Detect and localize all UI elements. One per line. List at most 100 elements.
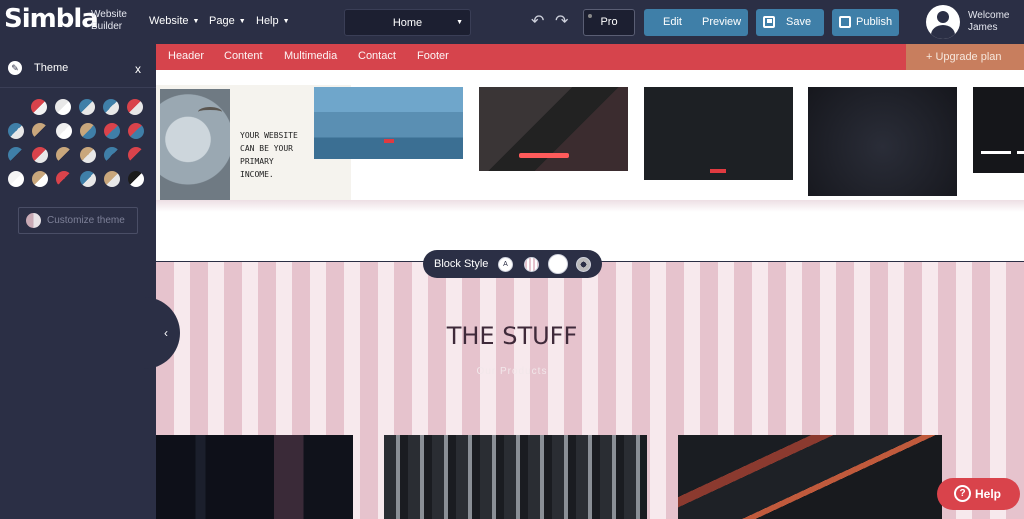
theme-swatch[interactable] <box>104 123 120 139</box>
upgrade-plan-button[interactable]: + Upgrade plan <box>906 44 1024 70</box>
theme-sidebar: ✎ Theme x Customize theme <box>0 44 156 519</box>
theme-swatch[interactable] <box>32 147 48 163</box>
block-style-toolbar: Block Style A <box>423 250 602 278</box>
template-thumbnail[interactable] <box>314 87 463 159</box>
block-style-stripes-option[interactable] <box>524 257 539 272</box>
edit-button[interactable]: Edit <box>663 16 682 28</box>
customize-theme-button[interactable]: Customize theme <box>18 207 138 234</box>
publish-icon <box>839 16 851 28</box>
preview-button[interactable]: Preview <box>702 16 741 28</box>
user-greeting: Welcome James <box>968 10 1010 34</box>
theme-swatch[interactable] <box>79 99 95 115</box>
theme-swatch[interactable] <box>31 99 47 115</box>
theme-swatch[interactable] <box>128 123 144 139</box>
template-copy-line: INCOME. <box>240 170 274 179</box>
logo-subtitle: Website Builder <box>91 9 127 33</box>
sidebar-header: ✎ Theme x <box>0 44 156 88</box>
thumbnail-bar <box>981 151 1011 154</box>
theme-swatch[interactable] <box>32 123 48 139</box>
help-button[interactable]: ? Help <box>937 478 1020 510</box>
server-rack-photo[interactable] <box>384 435 647 519</box>
help-label: Help <box>975 487 1002 501</box>
template-thumbnail-strip: YOUR WEBSITE CAN BE YOUR PRIMARY INCOME. <box>156 70 1024 208</box>
close-icon[interactable]: x <box>135 62 141 76</box>
theme-swatch[interactable] <box>56 147 72 163</box>
redo-icon[interactable]: ↷ <box>555 11 568 31</box>
palette-icon <box>26 213 41 228</box>
theme-swatch[interactable] <box>128 171 144 187</box>
save-button[interactable]: Save <box>756 9 824 36</box>
chevron-down-icon: ▼ <box>192 18 200 25</box>
server-photo[interactable] <box>156 435 353 519</box>
block-style-pattern-option[interactable] <box>576 257 591 272</box>
welcome-text: Welcome <box>968 10 1010 21</box>
menu-page-label: Page <box>209 15 235 27</box>
content-section[interactable]: THE STUFF Our Products <box>156 262 1024 519</box>
menu-website[interactable]: Website ▼ <box>149 15 199 27</box>
tab-contact[interactable]: Contact <box>358 50 396 62</box>
pro-button[interactable]: Pro <box>583 9 635 36</box>
block-style-plain-option[interactable] <box>548 254 568 274</box>
user-name: James <box>968 22 998 33</box>
theme-swatch[interactable] <box>32 171 48 187</box>
edit-preview-toggle: Edit Preview <box>644 9 748 36</box>
theme-swatch[interactable] <box>104 171 120 187</box>
theme-swatch[interactable] <box>56 171 72 187</box>
template-thumbnail[interactable] <box>479 87 628 171</box>
template-thumbnail[interactable] <box>973 87 1024 173</box>
template-thumbnail[interactable] <box>808 87 957 196</box>
menu-page[interactable]: Page ▼ <box>209 15 246 27</box>
cables-photo[interactable] <box>678 435 942 519</box>
theme-swatch[interactable] <box>127 99 143 115</box>
logo-subtitle-line-1: Website <box>91 9 127 20</box>
theme-swatch[interactable] <box>80 123 96 139</box>
cta-mark <box>384 139 394 143</box>
theme-swatch[interactable] <box>8 123 24 139</box>
save-label: Save <box>786 16 812 28</box>
theme-swatch[interactable] <box>104 147 120 163</box>
theme-swatch[interactable] <box>80 171 96 187</box>
avatar[interactable] <box>926 5 960 39</box>
template-copy-line: PRIMARY <box>240 157 274 166</box>
publish-label: Publish <box>856 16 893 28</box>
section-title[interactable]: THE STUFF <box>156 322 868 350</box>
menu-help[interactable]: Help ▼ <box>256 15 290 27</box>
template-category-nav: Header Content Multimedia Contact Footer <box>156 44 1024 70</box>
theme-swatch[interactable] <box>103 99 119 115</box>
top-bar: Simbla Website Builder Website ▼ Page ▼ He… <box>0 0 1024 44</box>
theme-swatch[interactable] <box>8 147 24 163</box>
tab-footer[interactable]: Footer <box>417 50 449 62</box>
theme-swatch[interactable] <box>56 123 72 139</box>
bull-horn-shape <box>198 107 222 117</box>
theme-swatch[interactable] <box>128 147 144 163</box>
brush-icon: ✎ <box>8 61 22 75</box>
template-thumbnail[interactable] <box>644 87 793 180</box>
page-select[interactable]: Home ▼ <box>344 9 471 36</box>
template-copy-line: YOUR WEBSITE <box>240 131 298 140</box>
publish-button[interactable]: Publish <box>832 9 899 36</box>
block-style-text-icon[interactable]: A <box>498 257 513 272</box>
pro-dot-icon <box>588 14 592 18</box>
template-thumbnail-copy: YOUR WEBSITE CAN BE YOUR PRIMARY INCOME. <box>240 129 298 181</box>
cta-mark <box>710 169 726 173</box>
strip-shadow <box>156 200 1024 212</box>
block-style-label: Block Style <box>434 258 489 270</box>
customize-theme-label: Customize theme <box>47 215 125 226</box>
logo[interactable]: Simbla <box>4 4 99 34</box>
tab-content[interactable]: Content <box>224 50 263 62</box>
tab-header[interactable]: Header <box>168 50 204 62</box>
logo-subtitle-line-2: Builder <box>91 21 123 32</box>
chevron-down-icon: ▼ <box>456 19 463 26</box>
theme-swatch[interactable] <box>55 99 71 115</box>
chevron-down-icon: ▼ <box>238 18 246 25</box>
chevron-down-icon: ▼ <box>282 18 290 25</box>
tab-multimedia[interactable]: Multimedia <box>284 50 337 62</box>
section-subtitle[interactable]: Our Products <box>156 366 868 377</box>
theme-swatch[interactable] <box>8 171 24 187</box>
menu-website-label: Website <box>149 15 189 27</box>
page-select-value: Home <box>392 17 423 29</box>
theme-swatch[interactable] <box>80 147 96 163</box>
undo-icon[interactable]: ↶ <box>531 11 544 31</box>
template-copy-line: CAN BE YOUR <box>240 144 293 153</box>
thumbnail-bar <box>1017 151 1024 154</box>
